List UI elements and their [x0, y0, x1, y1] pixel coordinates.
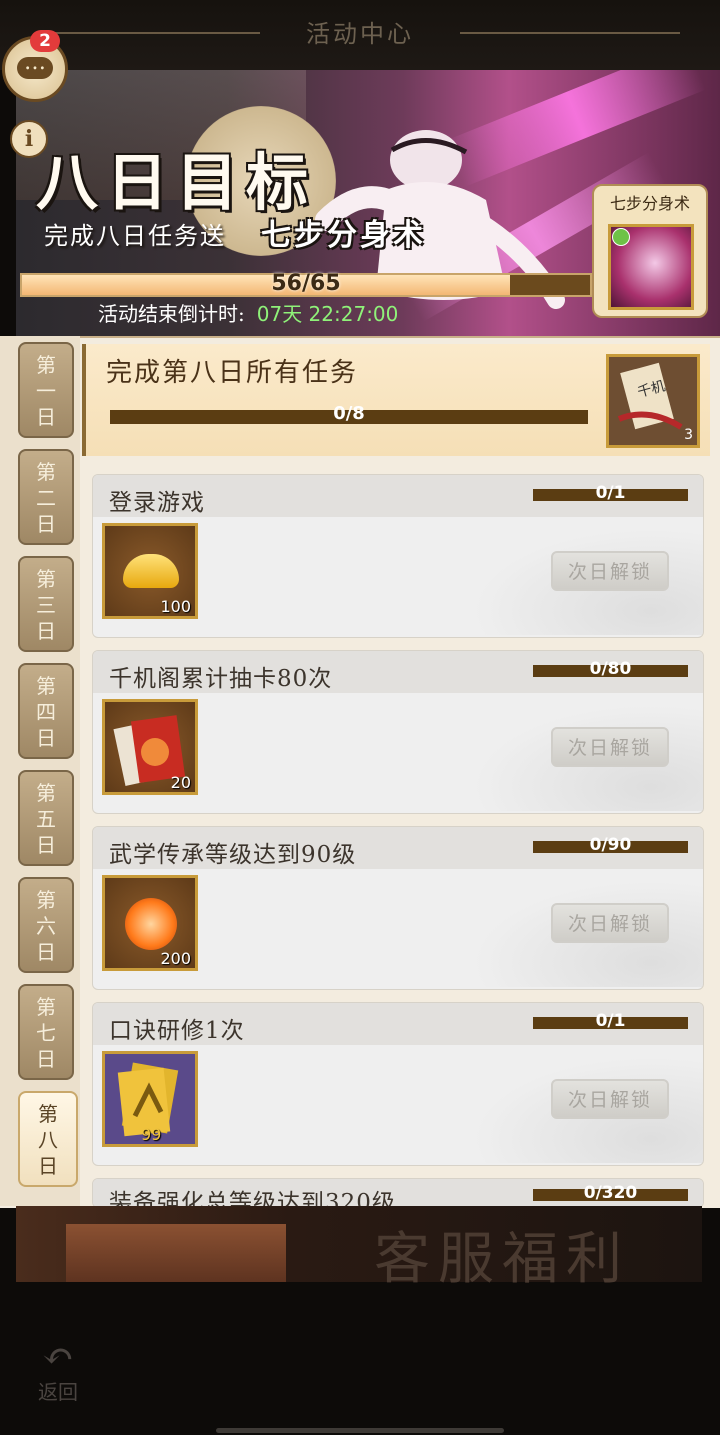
chat-bubble-icon: … — [17, 52, 53, 79]
task-progress-text: 0/90 — [589, 835, 632, 855]
summary-title: 完成第八日所有任务 — [106, 358, 359, 388]
chat-unread-badge: 2 — [30, 30, 60, 52]
day-tab-1[interactable]: 第一日 — [18, 342, 74, 438]
day-tab-label: 第六日 — [36, 888, 56, 964]
task-progress-bar: 0/1 — [533, 483, 688, 503]
countdown-label: 活动结束倒计时: — [98, 302, 245, 326]
summary-progress-bar: 0/8 — [110, 403, 588, 424]
countdown-value: 07天 22:27:00 — [256, 302, 399, 326]
back-button[interactable]: ↶ 返回 — [22, 1336, 94, 1406]
overall-progress-text: 56/65 — [271, 271, 341, 296]
final-reward[interactable]: 七步分身术 — [592, 184, 708, 318]
task-name: 口诀研修1次 — [109, 1018, 245, 1044]
qianji-card-icon: 千机 — [617, 362, 683, 430]
task-progress-bar: 0/320 — [533, 1183, 688, 1203]
summary-reward-item[interactable]: 千机 3 — [606, 354, 700, 448]
task-row: 千机阁累计抽卡80次 0/80 20 次日解锁 — [92, 650, 704, 814]
day-tab-7[interactable]: 第七日 — [18, 984, 74, 1080]
day-summary-card: 完成第八日所有任务 0/8 千机 3 — [82, 344, 710, 456]
header-title: 活动中心 — [306, 20, 414, 48]
unlock-next-day-button[interactable]: 次日解锁 — [551, 903, 669, 943]
reward-qty: 20 — [170, 773, 191, 792]
unlock-next-day-button[interactable]: 次日解锁 — [551, 727, 669, 767]
card-pack-icon[interactable]: 20 — [102, 699, 198, 795]
coin-shape — [125, 898, 177, 950]
overall-progress-bar: 56/65 — [20, 271, 592, 297]
home-indicator[interactable] — [216, 1428, 504, 1433]
back-arrow-icon: ↶ — [42, 1334, 74, 1378]
task-name: 千机阁累计抽卡80次 — [109, 666, 333, 692]
info-icon[interactable]: i — [10, 120, 48, 158]
skill-type-badge-icon — [612, 228, 630, 246]
task-progress-bar: 0/90 — [533, 835, 688, 855]
customer-service-banner[interactable]: 客服福利 — [16, 1206, 702, 1292]
countdown: 活动结束倒计时: 07天 22:27:00 — [98, 298, 398, 327]
day-tab-8[interactable]: 第八日 — [18, 1091, 78, 1187]
day-tab-label: 第五日 — [36, 781, 56, 857]
technique-scroll-icon[interactable]: 99 — [102, 1051, 198, 1147]
day-tab-4[interactable]: 第四日 — [18, 663, 74, 759]
event-banner: 八日目标 完成八日任务送 七步分身术 56/65 活动结束倒计时: 07天 22:… — [16, 70, 720, 336]
martial-coin-icon[interactable]: 200 — [102, 875, 198, 971]
task-progress-text: 0/320 — [583, 1183, 638, 1203]
task-progress-text: 0/1 — [595, 483, 626, 503]
task-progress-text: 0/1 — [595, 1011, 626, 1031]
day-tab-label: 第三日 — [36, 567, 56, 643]
task-name: 登录游戏 — [109, 490, 205, 516]
customer-service-text: 客服福利 — [374, 1227, 630, 1292]
task-row: 口诀研修1次 0/1 99 次日解锁 — [92, 1002, 704, 1166]
unlock-next-day-button[interactable]: 次日解锁 — [551, 1079, 669, 1119]
ingot-shape — [123, 554, 179, 588]
reward-qty: 100 — [160, 597, 191, 616]
banner-skill-name: 七步分身术 — [261, 218, 426, 253]
task-name: 装备强化总等级达到320级 — [109, 1190, 396, 1208]
banner-subtitle: 完成八日任务送 — [44, 222, 226, 250]
task-row: 登录游戏 0/1 100 次日解锁 — [92, 474, 704, 638]
day-tab-label: 第八日 — [38, 1102, 58, 1178]
task-name: 武学传承等级达到90级 — [109, 842, 357, 868]
day-tab-label: 第一日 — [36, 353, 56, 429]
top-header: 活动中心 — [0, 0, 720, 70]
summary-progress-text: 0/8 — [333, 403, 365, 424]
final-reward-label: 七步分身术 — [609, 194, 690, 213]
reward-qty: 99 — [141, 1125, 162, 1144]
gold-ingot-icon[interactable]: 100 — [102, 523, 198, 619]
day-tab-6[interactable]: 第六日 — [18, 877, 74, 973]
day-tab-label: 第四日 — [36, 674, 56, 750]
task-row: 武学传承等级达到90级 0/90 200 次日解锁 — [92, 826, 704, 990]
task-progress-bar: 0/1 — [533, 1011, 688, 1031]
day-tab-3[interactable]: 第三日 — [18, 556, 74, 652]
task-row: 装备强化总等级达到320级 0/320 — [92, 1178, 704, 1208]
day-tab-5[interactable]: 第五日 — [18, 770, 74, 866]
summary-reward-qty: 3 — [684, 427, 693, 443]
day-tab-label: 第七日 — [36, 995, 56, 1071]
reward-qty: 200 — [160, 949, 191, 968]
day-tab-2[interactable]: 第二日 — [18, 449, 74, 545]
banner-title: 八日目标 — [36, 146, 317, 219]
task-progress-bar: 0/80 — [533, 659, 688, 679]
gift-box-art — [66, 1224, 286, 1282]
day-tab-label: 第二日 — [36, 460, 56, 536]
unlock-next-day-button[interactable]: 次日解锁 — [551, 551, 669, 591]
back-label: 返回 — [38, 1380, 78, 1404]
task-progress-text: 0/80 — [589, 659, 632, 679]
